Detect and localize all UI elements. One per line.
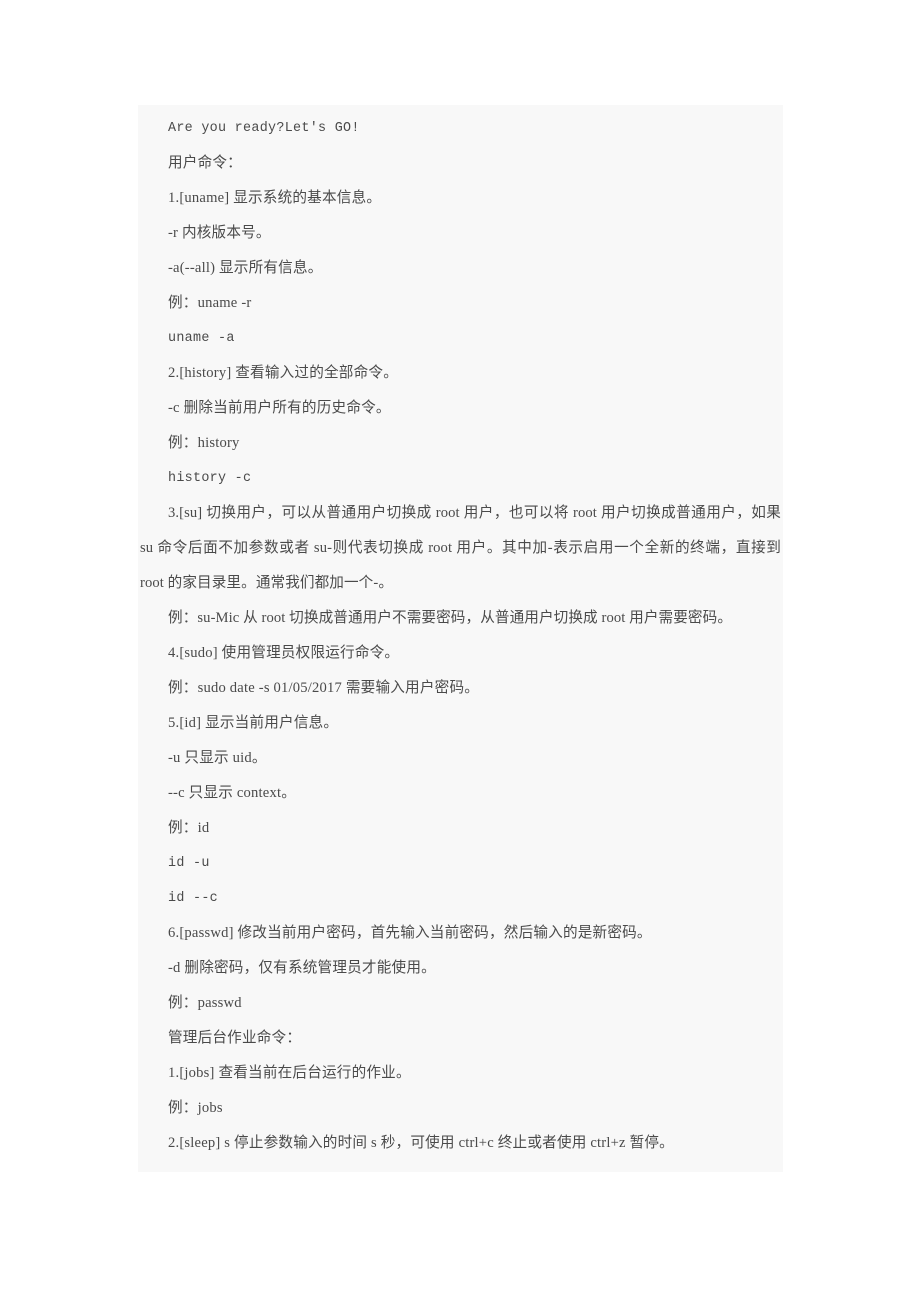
text-line: --c 只显示 context。 <box>168 785 297 801</box>
text-line: 例：id <box>168 820 210 836</box>
paragraph-su-command: 3.[su] 切换用户，可以从普通用户切换成 root 用户，也可以将 root… <box>140 505 781 591</box>
section-heading-user-commands: 用户命令： <box>168 155 242 171</box>
text-line: history -c <box>168 471 252 486</box>
text-line: id --c <box>168 891 219 906</box>
text-line: 例：sudo date -s 01/05/2017 需要输入用户密码。 <box>168 680 480 696</box>
document-content-panel: Are you ready?Let's GO! 用户命令： 1.[uname] … <box>138 105 783 1172</box>
text-line: -d 删除密码，仅有系统管理员才能使用。 <box>168 960 436 976</box>
section-heading-background-jobs: 管理后台作业命令： <box>168 1030 302 1046</box>
text-line: 例：history <box>168 435 240 451</box>
text-line: 5.[id] 显示当前用户信息。 <box>168 715 339 731</box>
document-page: Are you ready?Let's GO! 用户命令： 1.[uname] … <box>0 0 920 1302</box>
text-line: -c 删除当前用户所有的历史命令。 <box>168 400 391 416</box>
text-line: 例：jobs <box>168 1100 223 1116</box>
text-line: -a(--all) 显示所有信息。 <box>168 260 323 276</box>
text-line: 2.[sleep] s 停止参数输入的时间 s 秒，可使用 ctrl+c 终止或… <box>168 1135 674 1151</box>
text-line: -u 只显示 uid。 <box>168 750 267 766</box>
text-line: 4.[sudo] 使用管理员权限运行命令。 <box>168 645 400 661</box>
text-line: 2.[history] 查看输入过的全部命令。 <box>168 365 398 381</box>
document-body: Are you ready?Let's GO! 用户命令： 1.[uname] … <box>138 105 783 1161</box>
text-line: uname -a <box>168 331 235 346</box>
text-line: 6.[passwd] 修改当前用户密码，首先输入当前密码，然后输入的是新密码。 <box>168 925 652 941</box>
text-line: -r 内核版本号。 <box>168 225 271 241</box>
text-line: 例：passwd <box>168 995 242 1011</box>
text-line: 1.[jobs] 查看当前在后台运行的作业。 <box>168 1065 411 1081</box>
text-line: 例：uname -r <box>168 295 252 311</box>
text-line: 1.[uname] 显示系统的基本信息。 <box>168 190 382 206</box>
text-line: Are you ready?Let's GO! <box>168 121 360 136</box>
paragraph-su-example: 例：su-Mic 从 root 切换成普通用户不需要密码，从普通用户切换成 ro… <box>168 610 733 626</box>
text-line: id -u <box>168 856 210 871</box>
